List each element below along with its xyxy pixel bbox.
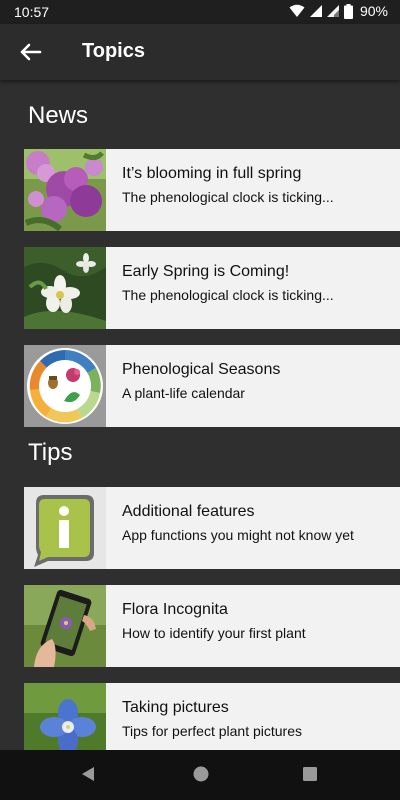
page-title: Topics xyxy=(82,40,145,62)
list-item-title: Phenological Seasons xyxy=(122,361,281,378)
list-item[interactable]: Early Spring is Coming! The phenological… xyxy=(24,247,400,329)
nav-recents-button[interactable] xyxy=(302,765,318,788)
section-title-tips: Tips xyxy=(28,439,73,466)
lilac-flowers-photo xyxy=(24,149,106,231)
list-item-title: Flora Incognita xyxy=(122,601,228,618)
topics-list[interactable]: News It’s blooming in full spring The ph… xyxy=(0,82,400,750)
signal-icon xyxy=(326,5,339,17)
list-item-title: Taking pictures xyxy=(122,699,229,716)
phone-camera-photo xyxy=(24,585,106,667)
list-item-subtitle: A plant-life calendar xyxy=(122,385,245,401)
recents-square-icon xyxy=(303,767,317,781)
back-button[interactable] xyxy=(18,40,46,64)
status-icons: 90% xyxy=(289,3,388,19)
list-item[interactable]: Phenological Seasons A plant-life calend… xyxy=(24,345,400,427)
battery-percent: 90% xyxy=(359,3,388,19)
blue-flower-photo xyxy=(24,683,106,750)
list-item-subtitle: The phenological clock is ticking... xyxy=(122,189,334,205)
list-item[interactable]: Taking pictures Tips for perfect plant p… xyxy=(24,683,400,750)
list-item[interactable]: Flora Incognita How to identify your fir… xyxy=(24,585,400,667)
wifi-icon xyxy=(289,4,305,17)
battery-icon xyxy=(343,3,353,19)
list-item-subtitle: The phenological clock is ticking... xyxy=(122,287,334,303)
list-item-subtitle: Tips for perfect plant pictures xyxy=(122,723,303,739)
list-item[interactable]: Additional features App functions you mi… xyxy=(24,487,400,569)
list-item-subtitle: App functions you might not know yet xyxy=(122,527,354,543)
system-nav-bar xyxy=(0,750,400,800)
list-item-subtitle: How to identify your first plant xyxy=(122,625,306,641)
phenological-clock-diagram xyxy=(24,345,106,427)
list-item-title: Early Spring is Coming! xyxy=(122,263,290,280)
signal-icon xyxy=(309,5,322,17)
status-time: 10:57 xyxy=(14,4,50,20)
list-item-title: Additional features xyxy=(122,503,255,520)
app-bar: Topics xyxy=(0,24,400,80)
info-bubble-icon xyxy=(24,487,106,569)
arrow-left-icon xyxy=(20,43,42,61)
status-bar: 10:57 90% xyxy=(0,0,400,24)
back-triangle-icon xyxy=(82,767,94,781)
nav-back-button[interactable] xyxy=(80,765,96,788)
section-title-news: News xyxy=(28,102,89,129)
nav-home-button[interactable] xyxy=(192,765,210,788)
list-item[interactable]: It’s blooming in full spring The phenolo… xyxy=(24,149,400,231)
list-item-title: It’s blooming in full spring xyxy=(122,165,302,182)
white-anemone-photo xyxy=(24,247,106,329)
home-circle-icon xyxy=(193,766,209,782)
